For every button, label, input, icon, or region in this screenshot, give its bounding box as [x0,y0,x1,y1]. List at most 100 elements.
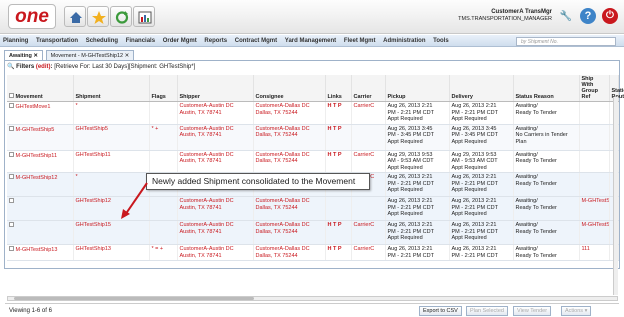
export-csv-button[interactable]: Export to CSV [419,306,462,316]
group-ref-cell[interactable] [579,172,610,197]
consignee-cell[interactable]: CustomerA-Dallas DCDallas, TX 75244 [253,150,326,173]
shipment-cell[interactable]: GHTestShip15 [73,220,150,245]
column-carrier[interactable]: Carrier [351,75,386,102]
column-consignee[interactable]: Consignee [253,75,326,102]
shipper-cell[interactable]: CustomerA-Austin DCAustin, TX 78741 [177,220,254,245]
column-shipper[interactable]: Shipper [177,75,254,102]
row-checkbox[interactable] [9,222,14,227]
actions-button[interactable]: Actions ▾ [561,306,592,316]
links-cell[interactable]: H T P [325,220,352,245]
column-flags[interactable]: Flags [149,75,178,102]
filters-edit-link[interactable]: (edit) [36,64,51,70]
horizontal-scrollbar[interactable] [7,296,618,301]
column-ship-with-group-ref[interactable]: Ship With Group Ref [579,75,610,102]
row-checkbox[interactable] [9,198,14,203]
table-row[interactable]: M-GHTestShip11 GHTestShip11 CustomerA-Aust… [7,150,619,173]
movement-cell[interactable] [7,220,74,245]
table-row[interactable]: M-GHTestShip5 GHTestShip5 * + CustomerA-Aus… [7,124,619,151]
shipper-cell[interactable]: CustomerA-Austin DCAustin, TX 78741 [177,101,254,125]
movement-cell[interactable]: M-GHTestShip11 [7,150,74,173]
logo[interactable]: one [8,4,56,29]
group-ref-cell[interactable]: M-GHTestShi... [579,220,610,245]
shipment-cell[interactable]: GHTestShip13 [73,244,150,261]
links-cell[interactable]: H T P [325,101,352,125]
movement-cell[interactable]: M-GHTestShip13 [7,244,74,261]
nav-order-mgmt[interactable]: Order Mgmt [160,35,200,47]
carrier-cell[interactable] [351,124,386,151]
carrier-cell[interactable]: CarrierC [351,150,386,173]
column-shipment[interactable]: Shipment [73,75,150,102]
plan-selected-button[interactable]: Plan Selected [466,306,508,316]
links-cell[interactable]: H T P [325,150,352,173]
row-checkbox[interactable] [9,103,14,108]
shipment-cell[interactable]: GHTestShip5 [73,124,150,151]
row-checkbox[interactable] [9,151,14,157]
column-movement[interactable]: Movement [7,75,74,102]
nav-transportation[interactable]: Transportation [33,35,81,47]
home-icon[interactable] [64,6,86,27]
carrier-cell[interactable]: CarrierC [351,101,386,125]
group-ref-cell[interactable]: M-GHTestShi... [579,196,610,221]
star-icon[interactable] [87,6,109,27]
status-cell: Awaiting/No Carriers in Tender Plan [513,124,580,151]
row-checkbox[interactable] [9,246,14,251]
column-links[interactable]: Links [325,75,352,102]
nav-administration[interactable]: Administration [380,35,428,47]
table-row[interactable]: M-GHTestShip13 GHTestShip13 * = + CustomerA… [7,244,619,261]
nav-tools[interactable]: Tools [430,35,452,47]
close-icon[interactable]: ✕ [125,53,130,59]
nav-planning[interactable]: Planning [0,35,31,47]
main-panel: 🔍 Filters (edit): [Retrieve For: Last 30… [4,60,624,316]
movement-cell[interactable]: M-GHTestShip5 [7,124,74,151]
group-ref-cell[interactable] [579,124,610,151]
shipment-search-input[interactable]: by Shipment No. [516,37,616,46]
column-status-reason[interactable]: Status Reason [513,75,580,102]
column-delivery[interactable]: Delivery [449,75,514,102]
shipment-cell[interactable]: * [73,101,150,125]
status-cell: Awaiting/Ready To Tender [513,244,580,261]
shipper-cell[interactable]: CustomerA-Austin DCAustin, TX 78741 [177,196,254,221]
select-all-checkbox[interactable] [9,93,14,98]
consignee-cell[interactable]: CustomerA-Dallas DCDallas, TX 75244 [253,124,326,151]
nav-fleet-mgmt[interactable]: Fleet Mgmt [341,35,379,47]
table-row[interactable]: GHTestShip12 CustomerA-Austin DC Austin, T… [7,196,619,221]
view-tender-button[interactable]: View Tender [513,306,552,316]
vertical-scrollbar[interactable] [613,97,618,295]
group-ref-cell[interactable] [579,150,610,173]
nav-yard-management[interactable]: Yard Management [282,35,339,47]
row-checkbox[interactable] [9,174,14,179]
links-cell[interactable]: H T P [325,124,352,151]
consignee-cell[interactable]: CustomerA-Dallas DCDallas, TX 75244 [253,101,326,125]
nav-reports[interactable]: Reports [201,35,230,47]
wrench-icon[interactable]: 🔧 [560,11,572,22]
nav-financials[interactable]: Financials [123,35,158,47]
power-icon[interactable]: ⏻ [602,8,618,24]
table-row[interactable]: GHTestMove1 * CustomerA-Austin DC Austin, T… [7,101,619,125]
consignee-cell[interactable]: CustomerA-Dallas DCDallas, TX 75244 [253,196,326,221]
chart-icon[interactable] [133,6,155,27]
nav-contract-mgmt[interactable]: Contract Mgmt [232,35,280,47]
shipper-cell[interactable]: CustomerA-Austin DCAustin, TX 78741 [177,244,254,261]
refresh-icon[interactable] [110,6,132,27]
group-ref-cell[interactable]: 111 [579,244,610,261]
help-icon[interactable]: ? [580,8,596,24]
shipper-cell[interactable]: CustomerA-Austin DCAustin, TX 78741 [177,150,254,173]
close-icon[interactable]: ✕ [33,53,38,59]
row-checkbox[interactable] [9,125,14,131]
movement-cell[interactable]: GHTestMove1 [7,101,74,125]
movement-cell[interactable]: M-GHTestShip12 [7,172,74,197]
group-ref-cell[interactable] [579,101,610,125]
carrier-cell[interactable] [351,196,386,221]
links-cell[interactable] [325,196,352,221]
nav-scheduling[interactable]: Scheduling [83,35,121,47]
shipper-cell[interactable]: CustomerA-Austin DCAustin, TX 78741 [177,124,254,151]
carrier-cell[interactable]: CarrierC [351,220,386,245]
table-row[interactable]: GHTestShip15 CustomerA-Austin DC Austin, T… [7,220,619,245]
consignee-cell[interactable]: CustomerA-Dallas DCDallas, TX 75244 [253,244,326,261]
movement-cell[interactable] [7,196,74,221]
links-cell[interactable]: H T P [325,244,352,261]
consignee-cell[interactable]: CustomerA-Dallas DCDallas, TX 75244 [253,220,326,245]
column-pickup[interactable]: Pickup [385,75,450,102]
carrier-cell[interactable]: CarrierC [351,244,386,261]
shipment-cell[interactable]: GHTestShip11 [73,150,150,173]
